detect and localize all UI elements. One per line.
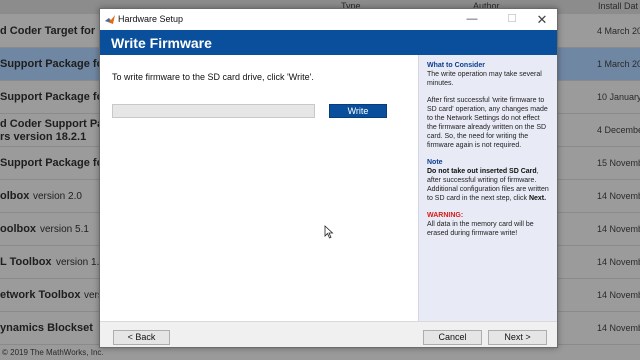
note-next: Next. xyxy=(528,195,547,202)
cancel-button[interactable]: Cancel xyxy=(423,330,482,345)
addon-install-date: 14 Novembe xyxy=(597,323,640,333)
addon-title: Support Package for xyxy=(0,58,108,70)
close-button[interactable]: ✕ xyxy=(527,9,557,30)
addon-install-date: 15 Novembe xyxy=(597,158,640,168)
title-bar[interactable]: Hardware Setup — ☐ ✕ xyxy=(100,9,557,30)
addon-title: Support Package for xyxy=(0,91,108,103)
matlab-icon xyxy=(105,15,115,24)
addon-install-date: 14 Novembe xyxy=(597,191,640,201)
addon-title: L Toolbox xyxy=(0,256,52,268)
warning-heading: WARNING: xyxy=(427,212,464,219)
back-button[interactable]: < Back xyxy=(113,330,170,345)
consider-text-1: The write operation may take several min… xyxy=(427,71,542,87)
addon-install-date: 4 March 20 xyxy=(597,26,640,36)
help-panel: What to Consider The write operation may… xyxy=(418,55,557,321)
addon-title: Support Package for xyxy=(0,157,108,169)
page-title: Write Firmware xyxy=(111,35,212,51)
note-text: Do not take out inserted SD Card, after … xyxy=(427,167,549,203)
addon-install-date: 4 December xyxy=(597,125,640,135)
addon-install-date: 14 Novembe xyxy=(597,290,640,300)
addon-install-date: 1 March 20 xyxy=(597,59,640,69)
instruction-text: To write firmware to the SD card drive, … xyxy=(112,72,314,82)
write-button[interactable]: Write xyxy=(329,104,387,118)
addon-title: olbox xyxy=(0,190,30,202)
main-panel: To write firmware to the SD card drive, … xyxy=(100,55,418,321)
addon-version: version 2.0 xyxy=(33,191,82,202)
warning-text: All data in the memory card will be eras… xyxy=(427,221,534,237)
note-heading: Note xyxy=(427,159,443,166)
addon-install-date: 14 Novembe xyxy=(597,257,640,267)
dialog-footer: < Back Cancel Next > xyxy=(100,321,557,347)
addon-version: version 5.1 xyxy=(40,224,89,235)
addon-subtitle: rs version 18.2.1 xyxy=(0,131,87,143)
addon-install-date: 14 Novembe xyxy=(597,224,640,234)
mouse-pointer-icon xyxy=(324,225,334,239)
window-title: Hardware Setup xyxy=(118,14,184,24)
addon-version: version 1.7 xyxy=(56,257,105,268)
next-button[interactable]: Next > xyxy=(488,330,547,345)
addon-title: d Coder Support Pac xyxy=(0,118,110,130)
copyright: © 2019 The MathWorks, Inc. xyxy=(2,348,104,357)
minimize-button[interactable]: — xyxy=(457,9,487,30)
step-banner: Write Firmware xyxy=(100,30,557,55)
hardware-setup-dialog: Hardware Setup — ☐ ✕ Write Firmware To w… xyxy=(99,8,558,348)
write-progress-bar xyxy=(112,104,315,118)
consider-heading: What to Consider xyxy=(427,62,485,69)
column-install-date[interactable]: Install Dat xyxy=(598,1,638,11)
addon-title: oolbox xyxy=(0,223,37,235)
addon-install-date: 10 January xyxy=(597,92,640,102)
addon-title: etwork Toolbox xyxy=(0,289,81,301)
addon-title: ynamics Blockset xyxy=(0,322,93,334)
consider-text-2: After first successful 'write firmware t… xyxy=(427,97,548,149)
maximize-button[interactable]: ☐ xyxy=(497,9,527,30)
note-bold: Do not take out inserted SD Card xyxy=(427,168,537,175)
addon-title: d Coder Target for Ea xyxy=(0,25,112,37)
